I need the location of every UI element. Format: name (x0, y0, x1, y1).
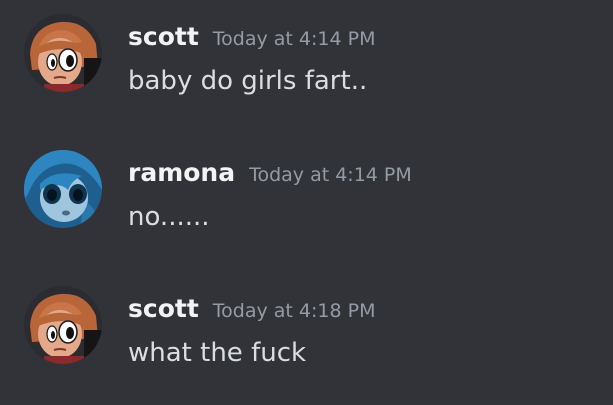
timestamp[interactable]: Today at 4:14 PM (249, 164, 412, 186)
message-header: ramona Today at 4:14 PM (128, 158, 412, 191)
user-avatar[interactable] (24, 286, 102, 364)
message-item: ramona Today at 4:14 PM no...... (0, 136, 613, 236)
message-header: scott Today at 4:18 PM (128, 294, 375, 327)
timestamp[interactable]: Today at 4:18 PM (213, 300, 376, 322)
user-avatar[interactable] (24, 150, 102, 228)
message-item: scott Today at 4:14 PM baby do girls fart… (0, 0, 613, 100)
message-content: no...... (128, 202, 210, 232)
scott-avatar-icon (24, 286, 102, 364)
username[interactable]: ramona (128, 158, 235, 187)
scott-avatar-icon (24, 14, 102, 92)
message-item: scott Today at 4:18 PM what the fuck (0, 272, 613, 372)
message-header: scott Today at 4:14 PM (128, 22, 375, 55)
message-content: baby do girls fart.. (128, 66, 368, 96)
user-avatar[interactable] (24, 14, 102, 92)
username[interactable]: scott (128, 22, 199, 51)
timestamp[interactable]: Today at 4:14 PM (213, 28, 376, 50)
ramona-avatar-icon (24, 150, 102, 228)
message-content: what the fuck (128, 338, 307, 368)
chat-message-list: scott Today at 4:14 PM baby do girls fart… (0, 0, 613, 405)
username[interactable]: scott (128, 294, 199, 323)
